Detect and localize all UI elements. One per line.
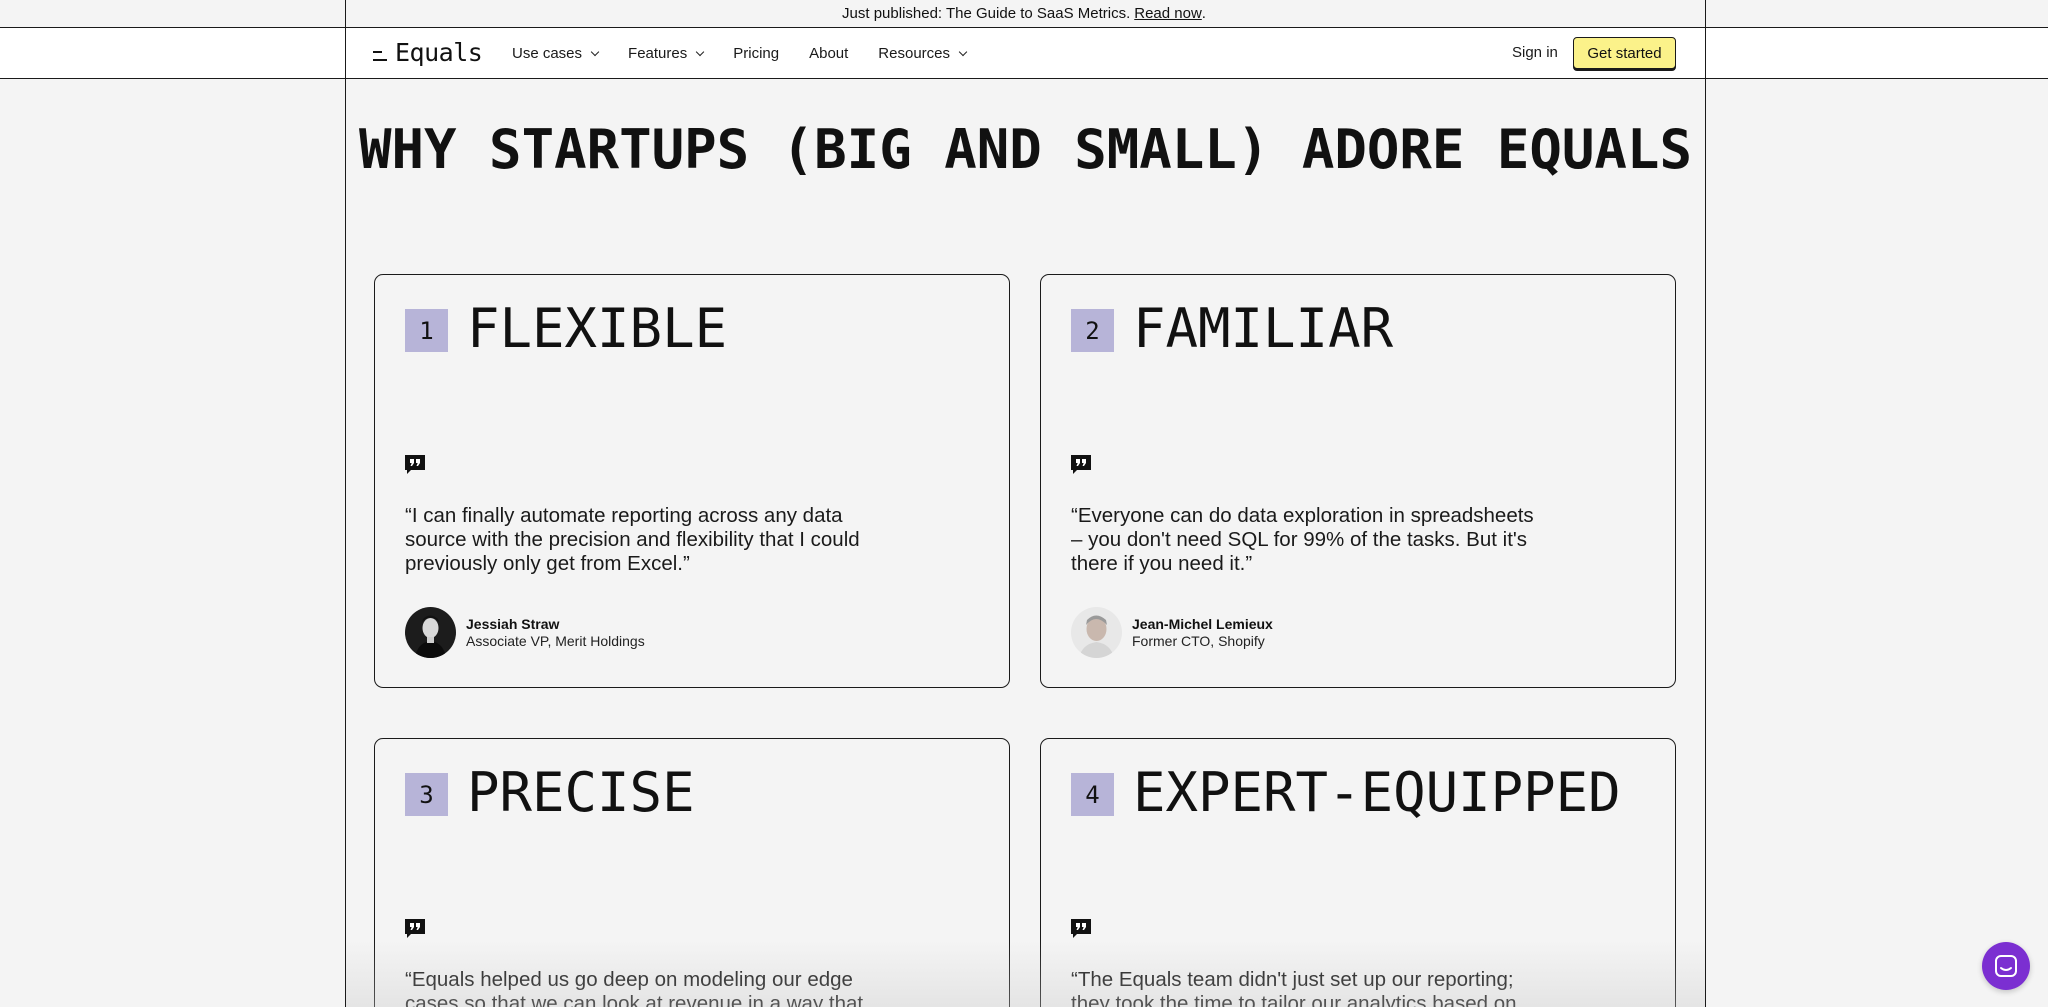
feature-card-familiar: 2 FAMILIAR “Everyone can do data explora… xyxy=(1040,274,1676,688)
author-role: Former CTO, Shopify xyxy=(1132,633,1265,649)
logo-mark-icon xyxy=(373,50,387,61)
announcement-bar: Just published: The Guide to SaaS Metric… xyxy=(0,0,2048,28)
quote-icon xyxy=(1071,455,1091,474)
quote-icon xyxy=(405,455,425,474)
logo[interactable]: Equals xyxy=(373,38,483,67)
card-title: FLEXIBLE xyxy=(467,297,728,360)
announcement-suffix: . xyxy=(1201,5,1206,22)
feature-card-flexible: 1 FLEXIBLE “I can finally automate repor… xyxy=(374,274,1010,688)
page-headline: WHY STARTUPS (BIG AND SMALL) ADORE EQUAL… xyxy=(359,118,1692,181)
nav-item-label: Features xyxy=(628,45,688,62)
card-number-badge: 3 xyxy=(405,773,448,816)
sign-in-link[interactable]: Sign in xyxy=(1512,44,1558,61)
frame-line-left xyxy=(345,0,346,1007)
author-role: Associate VP, Merit Holdings xyxy=(466,633,645,649)
nav-item-features[interactable]: Features xyxy=(628,45,705,62)
quote-icon xyxy=(405,919,425,938)
card-number-badge: 2 xyxy=(1071,309,1114,352)
author-name: Jean-Michel Lemieux xyxy=(1132,616,1273,632)
get-started-button[interactable]: Get started xyxy=(1573,37,1676,69)
logo-text: Equals xyxy=(395,38,483,67)
nav-menu: Use cases Features Pricing About Resourc… xyxy=(512,28,996,79)
chat-launcher-button[interactable] xyxy=(1982,942,2030,990)
chevron-down-icon xyxy=(958,47,968,57)
card-number-badge: 4 xyxy=(1071,773,1114,816)
nav-item-use-cases[interactable]: Use cases xyxy=(512,45,600,62)
testimonial-author: Jean-Michel Lemieux Former CTO, Shopify xyxy=(1071,607,1273,658)
nav-item-label: Resources xyxy=(878,45,950,62)
testimonial-quote: “The Equals team didn't just set up our … xyxy=(1071,968,1517,1007)
author-name: Jessiah Straw xyxy=(466,616,560,632)
testimonial-quote: “I can finally automate reporting across… xyxy=(405,504,860,575)
frame-line-right xyxy=(1705,0,1706,1007)
avatar xyxy=(1071,607,1122,658)
announcement-text: Just published: The Guide to SaaS Metric… xyxy=(842,5,1131,22)
testimonial-quote: “Everyone can do data exploration in spr… xyxy=(1071,504,1534,575)
quote-icon xyxy=(1071,919,1091,938)
chevron-down-icon xyxy=(695,47,705,57)
chevron-down-icon xyxy=(590,47,600,57)
card-number-badge: 1 xyxy=(405,309,448,352)
card-title: FAMILIAR xyxy=(1133,297,1394,360)
top-nav: Equals Use cases Features Pricing About … xyxy=(0,28,2048,79)
avatar xyxy=(405,607,456,658)
nav-item-pricing[interactable]: Pricing xyxy=(733,45,779,62)
feature-card-precise: 3 PRECISE “Equals helped us go deep on m… xyxy=(374,738,1010,1007)
nav-item-resources[interactable]: Resources xyxy=(878,45,968,62)
nav-item-label: About xyxy=(809,45,849,62)
testimonial-quote: “Equals helped us go deep on modeling ou… xyxy=(405,968,864,1007)
feature-card-expert-equipped: 4 EXPERT-EQUIPPED “The Equals team didn'… xyxy=(1040,738,1676,1007)
nav-item-label: Use cases xyxy=(512,45,583,62)
nav-item-label: Pricing xyxy=(733,45,780,62)
chat-icon xyxy=(1995,955,2017,977)
nav-item-about[interactable]: About xyxy=(809,45,848,62)
testimonial-author: Jessiah Straw Associate VP, Merit Holdin… xyxy=(405,607,645,658)
card-title: PRECISE xyxy=(467,761,695,824)
card-title: EXPERT-EQUIPPED xyxy=(1133,761,1621,824)
announcement-link[interactable]: Read now xyxy=(1134,5,1202,22)
